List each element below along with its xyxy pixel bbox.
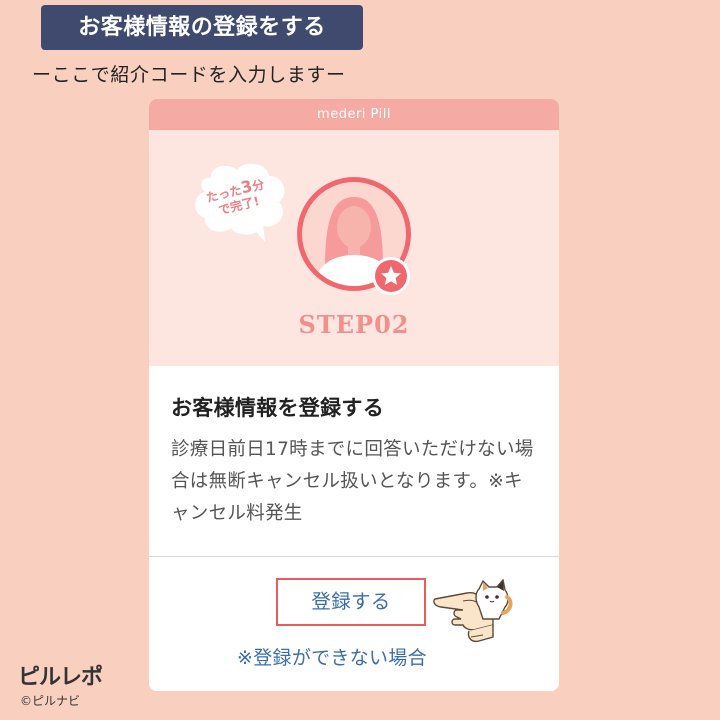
app-screenshot: mederi Pill たった3分 で完了! STEP02 お客様情報を登録する…	[149, 99, 559, 691]
pilrepo-logo: ピルレポ	[18, 665, 103, 690]
app-bar-title: mederi Pill	[149, 99, 559, 130]
speech-bubble: たった3分 で完了!	[191, 160, 291, 244]
actions-section: 登録する ※登録ができない場合	[149, 557, 559, 691]
page: お客様情報の登録をする ーここで紹介コードを入力しますー mederi Pill…	[0, 0, 720, 720]
info-title: お客様情報を登録する	[171, 396, 384, 420]
star-icon	[371, 256, 411, 296]
copyright: ©ピルナビ	[20, 694, 81, 708]
info-section: お客様情報を登録する 診療日前日17時までに回答いただけない場合は無断キャンセル…	[149, 366, 559, 556]
step-label: STEP02	[298, 310, 410, 339]
page-subtitle: ーここで紹介コードを入力しますー	[32, 64, 346, 86]
page-title: お客様情報の登録をする	[41, 5, 363, 50]
info-description: 診療日前日17時までに回答いただけない場合は無断キャンセル扱いとなります。※キャ…	[171, 439, 534, 524]
pointing-cat-icon	[433, 578, 513, 653]
step-hero: たった3分 で完了! STEP02	[149, 130, 559, 366]
cant-register-link[interactable]: ※登録ができない場合	[237, 643, 427, 670]
register-button[interactable]: 登録する	[276, 578, 426, 626]
